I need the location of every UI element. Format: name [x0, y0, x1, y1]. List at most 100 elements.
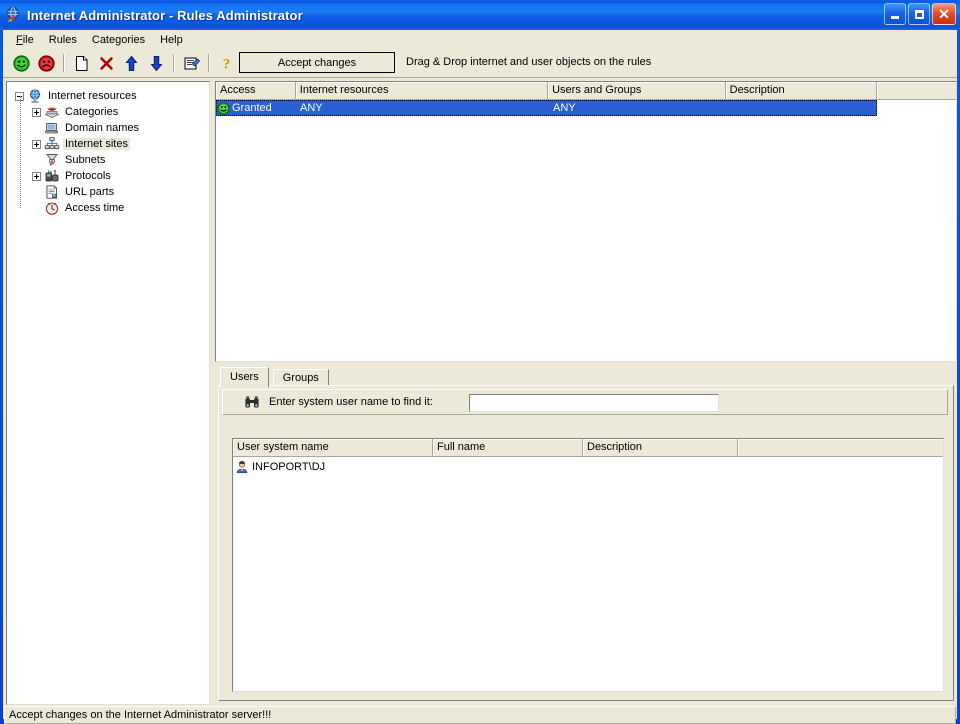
tree-label-subnets: Subnets [63, 154, 107, 166]
column-filler[interactable] [877, 82, 956, 100]
new-document-icon [73, 55, 90, 72]
tree-label-url-parts: URL parts [63, 186, 116, 198]
binoculars-find-icon [244, 394, 260, 410]
menu-bar: File Rules Categories Help [3, 30, 957, 49]
menu-help[interactable]: Help [153, 32, 191, 48]
status-bar: Accept changes on the Internet Administr… [4, 706, 956, 724]
tree-label-access-time: Access time [63, 202, 126, 214]
column-user-description[interactable]: Description [583, 439, 738, 457]
user-system-name-text: INFOPORT\DJ [252, 461, 325, 473]
toolbar-separator [63, 54, 65, 72]
expand-toggle-icon[interactable] [32, 108, 41, 117]
toolbar-separator-2 [173, 54, 175, 72]
status-bar-text: Accept changes on the Internet Administr… [5, 709, 271, 721]
rule-internet-resources-cell: ANY [296, 102, 549, 114]
arrow-up-icon [123, 55, 140, 72]
toolbar-separator-3 [208, 54, 210, 72]
expand-toggle-icon[interactable] [32, 140, 41, 149]
smiley-green-allow-icon [217, 102, 230, 115]
svg-text:?: ? [223, 56, 231, 72]
smiley-red-deny-icon [38, 55, 55, 72]
menu-file[interactable]: File [9, 32, 42, 48]
tree-node-domain-names[interactable]: Domain names [7, 120, 209, 136]
close-button[interactable]: ✕ [932, 3, 956, 25]
delete-red-x-icon [98, 55, 115, 72]
window-title: Internet Administrator - Rules Administr… [27, 8, 303, 23]
users-groups-panel: Users Groups [215, 366, 957, 705]
tree-label-domain-names: Domain names [63, 122, 141, 134]
application-window: Internet Administrator - Rules Administr… [0, 0, 960, 722]
rule-users-groups-cell: ANY [549, 102, 727, 114]
properties-icon [183, 55, 200, 72]
help-question-icon: ? [218, 55, 235, 72]
tree-label-protocols: Protocols [63, 170, 113, 182]
protocols-icon [44, 168, 60, 184]
properties-button[interactable] [180, 52, 203, 74]
expand-toggle-icon[interactable] [32, 172, 41, 181]
menu-categories[interactable]: Categories [85, 32, 153, 48]
tree-node-url-parts[interactable]: URL parts [7, 184, 209, 200]
rule-access-text: Granted [232, 102, 272, 114]
resources-tree[interactable]: Internet resources Categories [6, 81, 210, 705]
tree-node-subnets[interactable]: Subnets [7, 152, 209, 168]
tree-node-internet-resources[interactable]: Internet resources [7, 88, 209, 104]
domain-names-icon [44, 120, 60, 136]
subnets-icon [44, 152, 60, 168]
accept-changes-button[interactable]: Accept changes [239, 52, 395, 73]
rule-access-cell: Granted [216, 102, 296, 115]
column-users-and-groups[interactable]: Users and Groups [548, 82, 726, 100]
list-item[interactable]: INFOPORT\DJ [233, 459, 943, 475]
globe-app-icon [4, 6, 22, 24]
tree-label-internet-sites: Internet sites [63, 138, 130, 150]
find-user-label: Enter system user name to find it: [269, 396, 433, 408]
move-up-button[interactable] [120, 52, 143, 74]
arrow-down-icon [148, 55, 165, 72]
tree-label-internet-resources: Internet resources [46, 90, 139, 102]
smiley-green-allow-icon [13, 55, 30, 72]
user-system-name-cell: INFOPORT\DJ [233, 460, 433, 474]
users-list-header: User system name Full name Description [233, 439, 943, 457]
maximize-button[interactable] [908, 3, 930, 25]
maximize-icon [915, 10, 924, 19]
url-parts-icon [44, 184, 60, 200]
move-down-button[interactable] [145, 52, 168, 74]
window-controls: ✕ [884, 3, 956, 25]
tree-label-categories: Categories [63, 106, 120, 118]
find-user-bar: Enter system user name to find it: [222, 389, 948, 415]
toolbar: ? Accept changes Drag & Drop internet an… [3, 49, 957, 78]
drag-drop-hint: Drag & Drop internet and user objects on… [406, 56, 651, 68]
table-row[interactable]: Granted ANY ANY [216, 100, 877, 116]
rules-list-header: Access Internet resources Users and Grou… [216, 82, 956, 100]
column-access[interactable]: Access [216, 82, 296, 100]
delete-rule-button[interactable] [95, 52, 118, 74]
categories-icon [44, 104, 60, 120]
column-internet-resources[interactable]: Internet resources [296, 82, 548, 100]
menu-rules[interactable]: Rules [42, 32, 85, 48]
rules-list[interactable]: Access Internet resources Users and Grou… [215, 81, 957, 362]
column-user-filler[interactable] [738, 439, 943, 457]
title-bar: Internet Administrator - Rules Administr… [0, 0, 960, 30]
tree-node-internet-sites[interactable]: Internet sites [7, 136, 209, 152]
tree-node-categories[interactable]: Categories [7, 104, 209, 120]
tree-guide-line [20, 96, 21, 208]
new-rule-button[interactable] [70, 52, 93, 74]
allow-rule-button[interactable] [10, 52, 33, 74]
globe-icon [27, 88, 43, 104]
column-full-name[interactable]: Full name [433, 439, 583, 457]
minimize-button[interactable] [884, 3, 906, 25]
close-icon: ✕ [938, 8, 950, 20]
tree-node-protocols[interactable]: Protocols [7, 168, 209, 184]
access-time-icon [44, 200, 60, 216]
tab-users[interactable]: Users [220, 367, 269, 387]
column-user-system-name[interactable]: User system name [233, 439, 433, 457]
client-area: File Rules Categories Help [3, 30, 957, 719]
tree-node-access-time[interactable]: Access time [7, 200, 209, 216]
find-user-input[interactable] [469, 394, 719, 412]
help-button[interactable]: ? [215, 52, 238, 74]
internet-sites-icon [44, 136, 60, 152]
deny-rule-button[interactable] [35, 52, 58, 74]
user-icon [235, 460, 249, 474]
tab-panel-users: Enter system user name to find it: User … [218, 385, 954, 701]
column-description[interactable]: Description [726, 82, 878, 100]
users-list[interactable]: User system name Full name Description [232, 438, 944, 692]
